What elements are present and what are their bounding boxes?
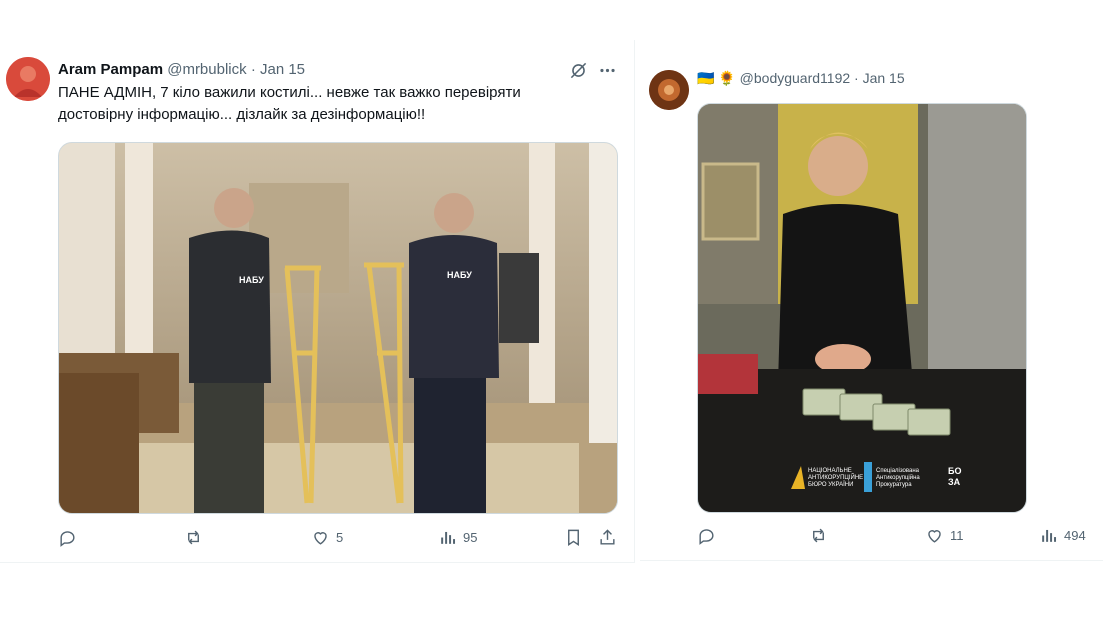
logo-text: НАЦІОНАЛЬНЕ — [808, 468, 852, 474]
reply-icon — [60, 531, 75, 547]
logo-text: Прокуратура — [876, 482, 912, 488]
reply-icon — [699, 529, 714, 545]
tweet-date[interactable]: Jan 15 — [260, 61, 305, 78]
logo-text: Антикорупційна — [876, 474, 920, 481]
tweet-photo[interactable]: НАЦІОНАЛЬНЕ АНТИКОРУПЦІЙНЕ БЮРО УКРАЇНИ … — [697, 103, 1027, 513]
logo-text: АНТИКОРУПЦІЙНЕ — [808, 473, 863, 481]
repost-icon — [813, 528, 824, 543]
like-icon — [314, 532, 327, 545]
tweet-text-line: ПАНЕ АДМІН, 7 кіло важили костилі... нев… — [58, 84, 521, 101]
reply-button[interactable] — [697, 526, 722, 545]
tweet-header: 🇺🇦 🌻 @bodyguard1192 · Jan 15 — [697, 68, 905, 88]
logo-text: БО — [948, 466, 961, 476]
separator: · — [854, 70, 859, 86]
share-button[interactable] — [598, 528, 617, 547]
tweet-header: Aram Pampam @mrbublick · Jan 15 — [58, 60, 305, 80]
like-count: 11 — [950, 528, 964, 543]
views-button[interactable]: 494 — [1039, 526, 1086, 545]
share-icon — [600, 529, 615, 545]
views-count: 95 — [463, 530, 478, 545]
views-icon — [1042, 529, 1057, 542]
repost-button[interactable] — [809, 526, 834, 545]
vest-label: НАБУ — [239, 275, 264, 285]
views-count: 494 — [1064, 528, 1086, 543]
author-handle[interactable]: @mrbublick — [167, 61, 246, 78]
tweet-date[interactable]: Jan 15 — [863, 70, 905, 86]
author-handle[interactable]: @bodyguard1192 — [740, 70, 850, 86]
logo-text: ЗА — [948, 477, 961, 487]
reply-button[interactable] — [58, 528, 83, 547]
repost-button[interactable] — [184, 528, 209, 547]
like-button[interactable]: 11 — [925, 526, 964, 545]
views-icon — [441, 531, 456, 544]
author-flags[interactable]: 🇺🇦 🌻 — [697, 70, 736, 86]
like-icon — [928, 530, 941, 543]
tweet-text: ПАНЕ АДМІН, 7 кіло важили костилі... нев… — [58, 82, 618, 126]
like-count: 5 — [336, 530, 344, 545]
bookmark-button[interactable] — [564, 528, 583, 547]
bookmark-icon — [568, 529, 579, 546]
action-bar: 5 95 — [58, 528, 620, 550]
vest-label: НАБУ — [447, 270, 472, 280]
author-name[interactable]: Aram Pampam — [58, 61, 163, 78]
repost-icon — [188, 530, 199, 545]
avatar[interactable] — [649, 70, 689, 110]
tweet-card[interactable]: Aram Pampam @mrbublick · Jan 15 ПАНЕ АДМ… — [0, 40, 635, 563]
avatar[interactable] — [6, 57, 50, 101]
logo-text: Спеціалізована — [876, 468, 920, 474]
separator: · — [250, 61, 256, 78]
action-bar: 11 494 — [697, 526, 1097, 548]
like-button[interactable]: 5 — [311, 528, 343, 547]
tweet-text-line: достовірну інформацію... дізлайк за дезі… — [58, 106, 426, 123]
views-button[interactable]: 95 — [438, 528, 477, 547]
logo-text: БЮРО УКРАЇНИ — [808, 481, 853, 488]
tweet-card[interactable]: 🇺🇦 🌻 @bodyguard1192 · Jan 15 НАЦІОНАЛЬНЕ… — [640, 48, 1103, 561]
tweet-photo[interactable]: НАБУ НАБУ — [58, 142, 618, 514]
